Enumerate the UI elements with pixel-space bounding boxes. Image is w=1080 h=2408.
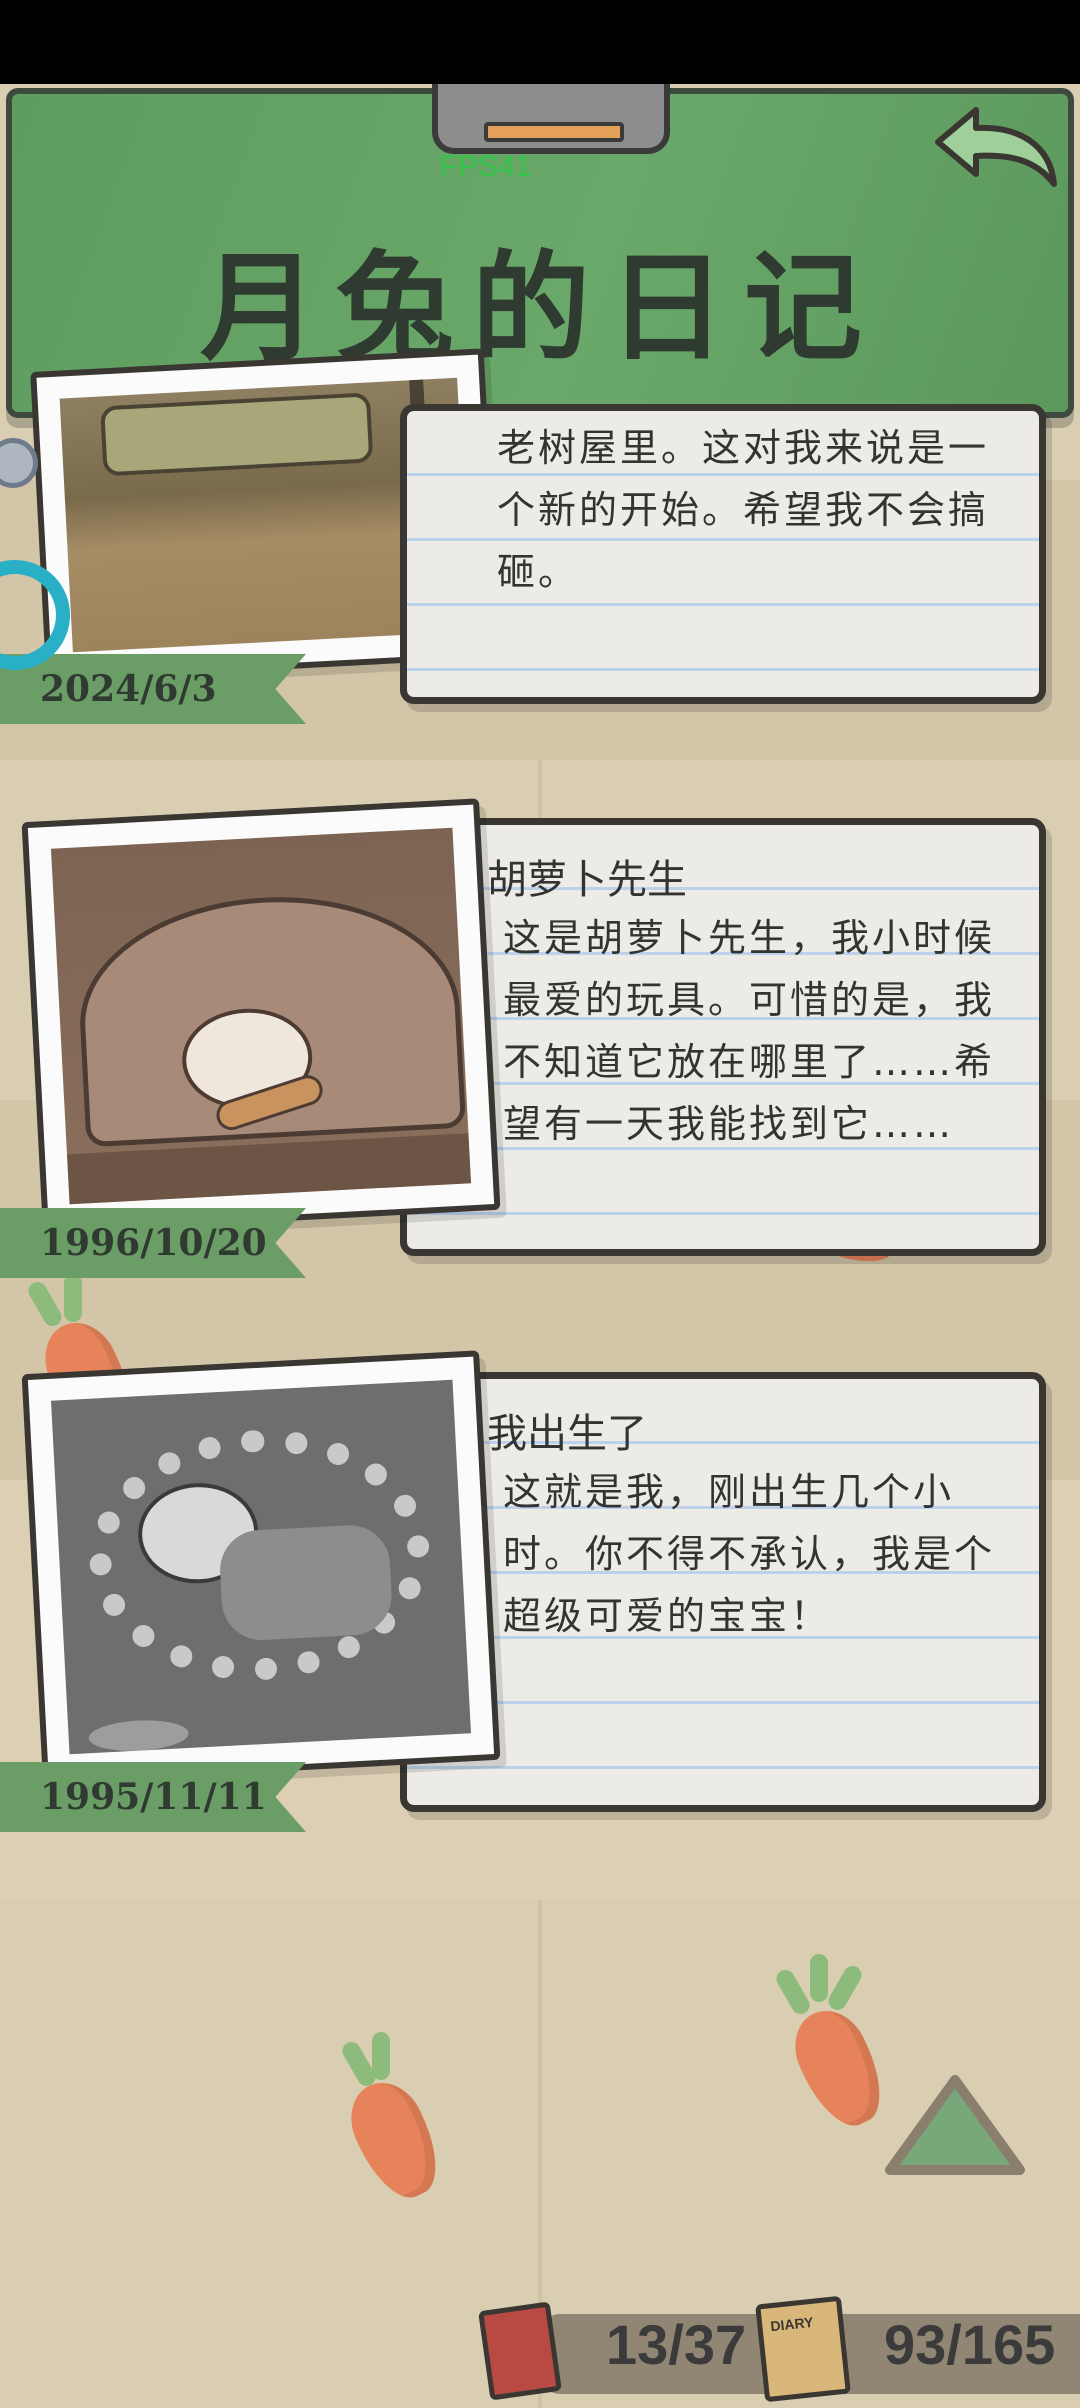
photo-image <box>51 1379 471 1755</box>
entry-date: 1996/10/20 <box>40 1222 267 1264</box>
fps-counter: FPS41 <box>440 150 532 183</box>
book-icon[interactable] <box>478 2301 562 2401</box>
diary-note: 老树屋里。这对我来说是一个新的开始。希望我不会搞砸。 <box>400 404 1046 704</box>
triangle-up-icon <box>885 2075 1025 2175</box>
note-title: 我出生了 <box>487 1411 647 1457</box>
entry-date: 1995/11/11 <box>40 1776 267 1818</box>
page-title: 月兔的日记 <box>199 239 880 377</box>
note-text: 这就是我，刚出生几个小时。你不得不承认，我是个超级可爱的宝宝！ <box>503 1470 996 1638</box>
back-button[interactable] <box>928 104 1062 200</box>
note-text: 这是胡萝卜先生，我小时候最爱的玩具。可惜的是，我不知道它放在哪里了……希望有一天… <box>503 916 996 1146</box>
diary-photo[interactable] <box>21 1350 501 1784</box>
back-arrow-icon <box>935 107 1057 187</box>
book-count: 13/37 <box>606 2313 747 2376</box>
diary-count: 93/165 <box>884 2313 1056 2376</box>
note-text: 老树屋里。这对我来说是一个新的开始。希望我不会搞砸。 <box>497 426 990 594</box>
scroll-up-button[interactable] <box>880 2070 1030 2190</box>
photo-image <box>50 827 472 1205</box>
status-bar <box>0 0 1080 84</box>
diary-photo[interactable] <box>21 798 501 1234</box>
date-ribbon: 1996/10/20 <box>0 1208 306 1278</box>
carrot-decoration <box>330 2032 470 2230</box>
entry-date: 2024/6/3 <box>40 668 217 710</box>
diary-icon[interactable]: DIARY <box>755 2295 851 2403</box>
note-title: 胡萝卜先生 <box>487 857 687 903</box>
date-ribbon: 2024/6/3 <box>0 654 306 724</box>
header-hanger <box>432 84 670 154</box>
date-ribbon: 1995/11/11 <box>0 1762 306 1832</box>
